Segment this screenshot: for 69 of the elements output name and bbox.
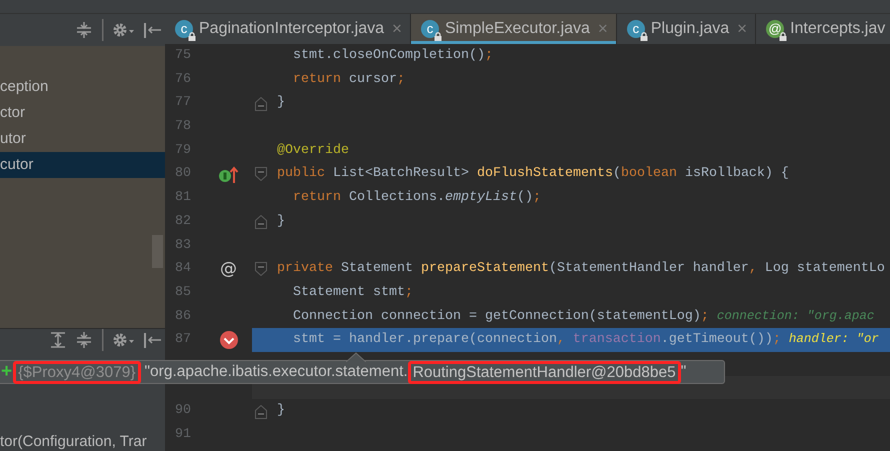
settings-icon[interactable] [112,332,135,348]
lock-icon [779,32,788,41]
line-number: 80 [174,165,192,184]
toolbar-separator [101,329,104,351]
line-number: 83 [174,236,192,254]
fold-marker-icon[interactable] [254,260,268,278]
code-line: } [277,212,285,231]
toolbar-separator [101,19,104,41]
hide-panel-icon[interactable] [143,332,161,348]
settings-icon[interactable] [112,22,135,38]
line-number: 77 [174,94,192,112]
object-id: {$Proxy4@3079} [13,360,141,384]
code-line: private Statement prepareStatement(StatementHandler handler, Log statementLo [277,260,885,278]
structure-item[interactable]: ctor [0,100,165,126]
file-type-icon: c [175,20,193,38]
line-number: 76 [174,70,192,89]
editor-tab[interactable]: c PaginationInterceptor.java × [165,14,411,44]
close-tab-button[interactable]: × [392,16,402,42]
code-line: public List<BatchResult> doFlushStatements(boolean isRollback) { [277,165,789,184]
structure-item[interactable]: ception [0,74,165,100]
code-line: stmt = handler.prepare(connection, transaction.getTimeout()); [292,331,781,350]
line-number: 81 [174,189,192,208]
close-tab-button[interactable]: × [737,16,748,42]
lock-icon [640,32,648,41]
line-number: 82 [174,212,192,231]
method-signature: tor(Configuration, Trar [0,432,148,451]
override-marker[interactable]: @ [220,259,237,280]
code-line: return Collections.emptyList(); [292,189,541,208]
value-text: "org.apache.ibatis.executor.statement. [144,362,408,382]
code-line: @Override [277,142,349,160]
file-type-icon: c [626,20,645,38]
code-line: } [277,94,285,112]
expand-all-icon[interactable] [49,332,67,348]
fold-marker-icon[interactable] [254,213,268,230]
structure-item[interactable]: cutor [0,152,165,178]
marked-value: RoutingStatementHandler@20bd8be5 [408,360,681,384]
editor-tab[interactable]: c Plugin.java × [616,14,756,44]
hide-panel-icon[interactable] [143,22,161,38]
line-number: 90 [174,402,192,420]
code-line: Statement stmt; [292,284,413,302]
collapse-all-icon[interactable] [75,22,93,38]
editor-tab[interactable]: c SimpleExecutor.java × [410,14,617,44]
collapse-all-icon[interactable] [75,332,93,348]
file-type-icon: @ [766,20,784,38]
line-number: 78 [174,118,192,136]
code-line: return cursor; [292,70,405,89]
line-number: 91 [174,426,192,444]
line-number: 84 [174,260,192,278]
code-line: } [277,402,285,420]
code-line: Connection connection = getConnection(statementLog); [292,308,709,326]
line-number: 86 [174,308,192,326]
implementation-icon[interactable] [218,164,240,184]
line-number: 79 [174,142,192,160]
closing-quote: " [680,362,686,382]
inline-debug-value: connection: "org.apac [716,308,874,325]
breakpoint-icon[interactable] [218,330,238,350]
fold-marker-icon[interactable] [254,166,268,183]
line-number: 87 [174,331,192,350]
lock-icon [188,32,196,41]
line-number: 85 [174,284,192,302]
file-type-icon: c [420,20,439,38]
fold-marker-icon[interactable] [254,94,268,112]
code-line: stmt.closeOnCompletion(); [292,47,493,65]
expand-button[interactable]: + [1,361,12,383]
lock-icon [434,32,442,41]
structure-item[interactable]: utor [0,126,165,152]
line-number: 75 [174,47,192,65]
fold-marker-icon[interactable] [254,402,268,420]
inline-debug-value: handler: "or [788,331,879,348]
